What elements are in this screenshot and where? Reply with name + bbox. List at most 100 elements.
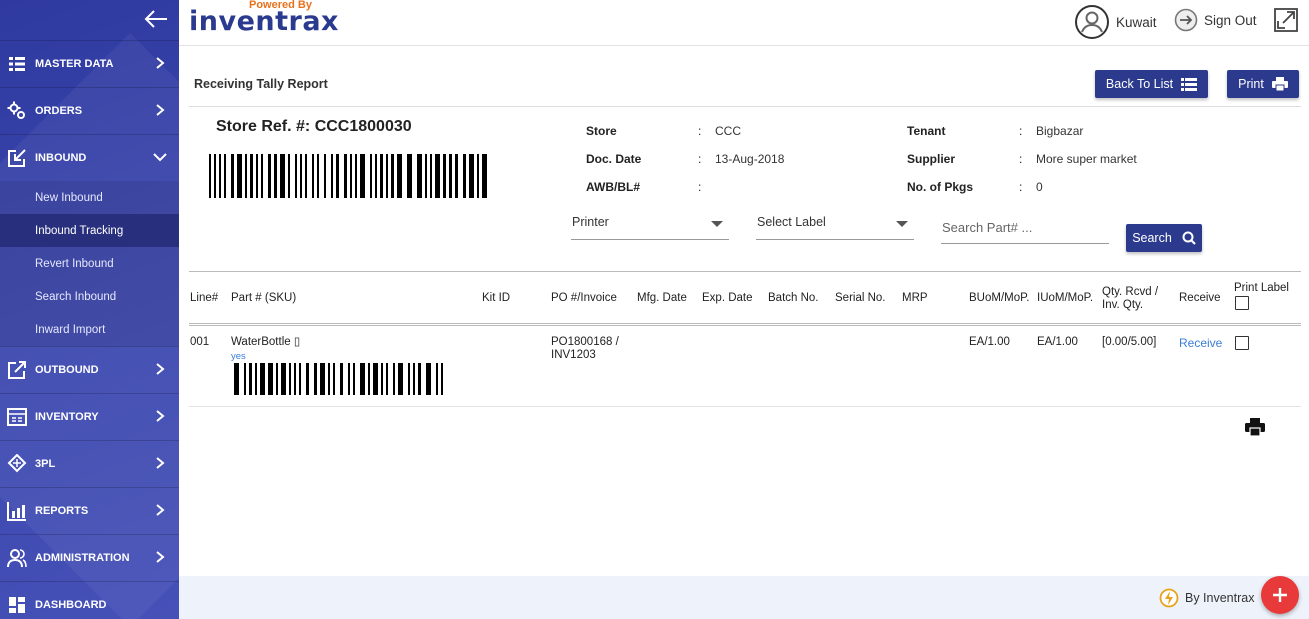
- barcode-bar: [268, 363, 273, 395]
- sidebar-sub-search-inbound[interactable]: Search Inbound: [0, 280, 179, 313]
- print-button[interactable]: Print: [1227, 70, 1299, 98]
- gears-icon: [7, 101, 27, 121]
- sign-out-label: Sign Out: [1204, 12, 1257, 28]
- barcode-bar: [449, 154, 452, 198]
- barcode-bar: [260, 363, 265, 395]
- printer-select-value: Printer: [572, 215, 609, 229]
- sidebar-top: [0, 0, 179, 40]
- caret-down-icon: [896, 221, 908, 227]
- col-header-line: Line#: [190, 292, 219, 304]
- doc-date-value: 13-Aug-2018: [715, 152, 785, 166]
- sidebar-item-label: INVENTORY: [35, 411, 99, 423]
- row-qty: [0.00/5.00]: [1102, 336, 1157, 348]
- col-header-batch: Batch No.: [768, 292, 819, 304]
- user-avatar-icon: [1075, 5, 1109, 39]
- barcode-bar: [214, 154, 216, 198]
- barcode-bar: [249, 363, 252, 395]
- expand-icon[interactable]: [1273, 7, 1299, 33]
- search-part-input[interactable]: [941, 212, 1109, 244]
- back-to-list-button[interactable]: Back To List: [1095, 70, 1208, 98]
- barcode-bar: [353, 363, 355, 395]
- barcode-bar: [320, 363, 325, 395]
- barcode-bar: [245, 154, 247, 198]
- sidebar-sub-inward-import[interactable]: Inward Import: [0, 313, 179, 346]
- sidebar-item-reports[interactable]: REPORTS: [0, 487, 179, 534]
- sidebar-item-inventory[interactable]: INVENTORY: [0, 393, 179, 440]
- row-print-label-checkbox[interactable]: [1235, 336, 1249, 350]
- barcode-bar: [391, 154, 394, 198]
- printer-select[interactable]: Printer: [571, 208, 729, 240]
- by-inventrax-label: By Inventrax: [1185, 591, 1255, 605]
- sidebar-item-outbound[interactable]: OUTBOUND: [0, 346, 179, 393]
- label-select-value: Select Label: [757, 215, 826, 229]
- colon: :: [698, 180, 702, 194]
- barcode-bar: [306, 363, 309, 395]
- barcode-bar: [328, 363, 330, 395]
- barcode-bar: [244, 363, 246, 395]
- barcode-bar: [250, 154, 253, 198]
- barcode-bar: [380, 154, 383, 198]
- list-icon: [1181, 77, 1198, 91]
- col-header-iuom: IUoM/MoP.: [1037, 292, 1094, 304]
- chevron-right-icon: [156, 457, 165, 469]
- store-ref-number: Store Ref. #: CCC1800030: [216, 118, 412, 135]
- part-barcode: [234, 363, 443, 395]
- barcode-bar: [407, 154, 412, 198]
- label-select[interactable]: Select Label: [756, 208, 914, 240]
- barcode-bar: [219, 154, 221, 198]
- sidebar-item-dashboard[interactable]: DASHBOARD: [0, 581, 179, 619]
- barcode-bar: [288, 154, 290, 198]
- sidebar-item-label: OUTBOUND: [35, 364, 99, 376]
- barcode-bar: [340, 363, 343, 395]
- barcode-bar: [224, 154, 226, 198]
- sidebar-sub-revert-inbound[interactable]: Revert Inbound: [0, 247, 179, 280]
- select-all-checkbox[interactable]: [1235, 296, 1249, 310]
- arrow-left-icon[interactable]: [143, 6, 169, 32]
- divider: [189, 271, 1301, 272]
- sign-out-button[interactable]: Sign Out: [1174, 8, 1257, 32]
- inventrax-logo[interactable]: Powered By inventrax: [187, 0, 338, 40]
- by-inventrax: By Inventrax: [1159, 588, 1254, 608]
- barcode-bar: [305, 154, 307, 198]
- sidebar-item-inbound[interactable]: INBOUND: [0, 134, 179, 181]
- barcode-bar: [299, 363, 301, 395]
- barcode-bar: [331, 154, 333, 198]
- barcode-bar: [333, 363, 335, 395]
- add-fab-button[interactable]: [1261, 576, 1299, 614]
- search-button[interactable]: Search: [1126, 224, 1202, 252]
- sidebar-item-orders[interactable]: ORDERS: [0, 87, 179, 134]
- sidebar-item-administration[interactable]: ADMINISTRATION: [0, 534, 179, 581]
- col-header-exp: Exp. Date: [702, 292, 753, 304]
- awb-label: AWB/BL#: [586, 180, 640, 194]
- row-yes-link[interactable]: yes: [231, 351, 246, 362]
- sidebar-item-label: 3PL: [35, 458, 56, 470]
- supplier-value: More super market: [1036, 152, 1137, 166]
- sidebar-sub-inbound-tracking[interactable]: Inbound Tracking: [0, 214, 179, 247]
- receive-link[interactable]: Receive: [1179, 336, 1222, 350]
- barcode-bar: [344, 154, 347, 198]
- col-header-qty: Qty. Rcvd / Inv. Qty.: [1102, 286, 1159, 311]
- sidebar-item-label: DASHBOARD: [35, 599, 107, 611]
- sidebar-item-master-data[interactable]: MASTER DATA: [0, 40, 179, 87]
- sidebar-item-label: ADMINISTRATION: [35, 552, 130, 564]
- top-header: Powered By inventrax Kuwait Sign Out: [179, 0, 1309, 46]
- barcode-bar: [425, 154, 427, 198]
- barcode-bar: [443, 154, 446, 198]
- divider: [189, 406, 1301, 407]
- chevron-right-icon: [156, 57, 165, 69]
- pkgs-label: No. of Pkgs: [907, 180, 974, 194]
- chevron-right-icon: [156, 104, 165, 116]
- col-header-po: PO #/Invoice: [551, 292, 617, 304]
- printer-icon[interactable]: [1245, 418, 1265, 436]
- sidebar-item-label: REPORTS: [35, 505, 89, 517]
- sidebar-item-3pl[interactable]: 3PL: [0, 440, 179, 487]
- sidebar-sub-new-inbound[interactable]: New Inbound: [0, 181, 179, 214]
- barcode-bar: [393, 363, 395, 395]
- barcode-bar: [441, 363, 443, 395]
- barcode-bar: [436, 363, 438, 395]
- main-content: Receiving Tally Report Back To List Prin…: [179, 46, 1309, 576]
- inventory-icon: [7, 407, 27, 427]
- barcode-bar: [463, 154, 466, 198]
- user-menu[interactable]: Kuwait: [1074, 4, 1157, 40]
- barcode-bar: [482, 154, 487, 198]
